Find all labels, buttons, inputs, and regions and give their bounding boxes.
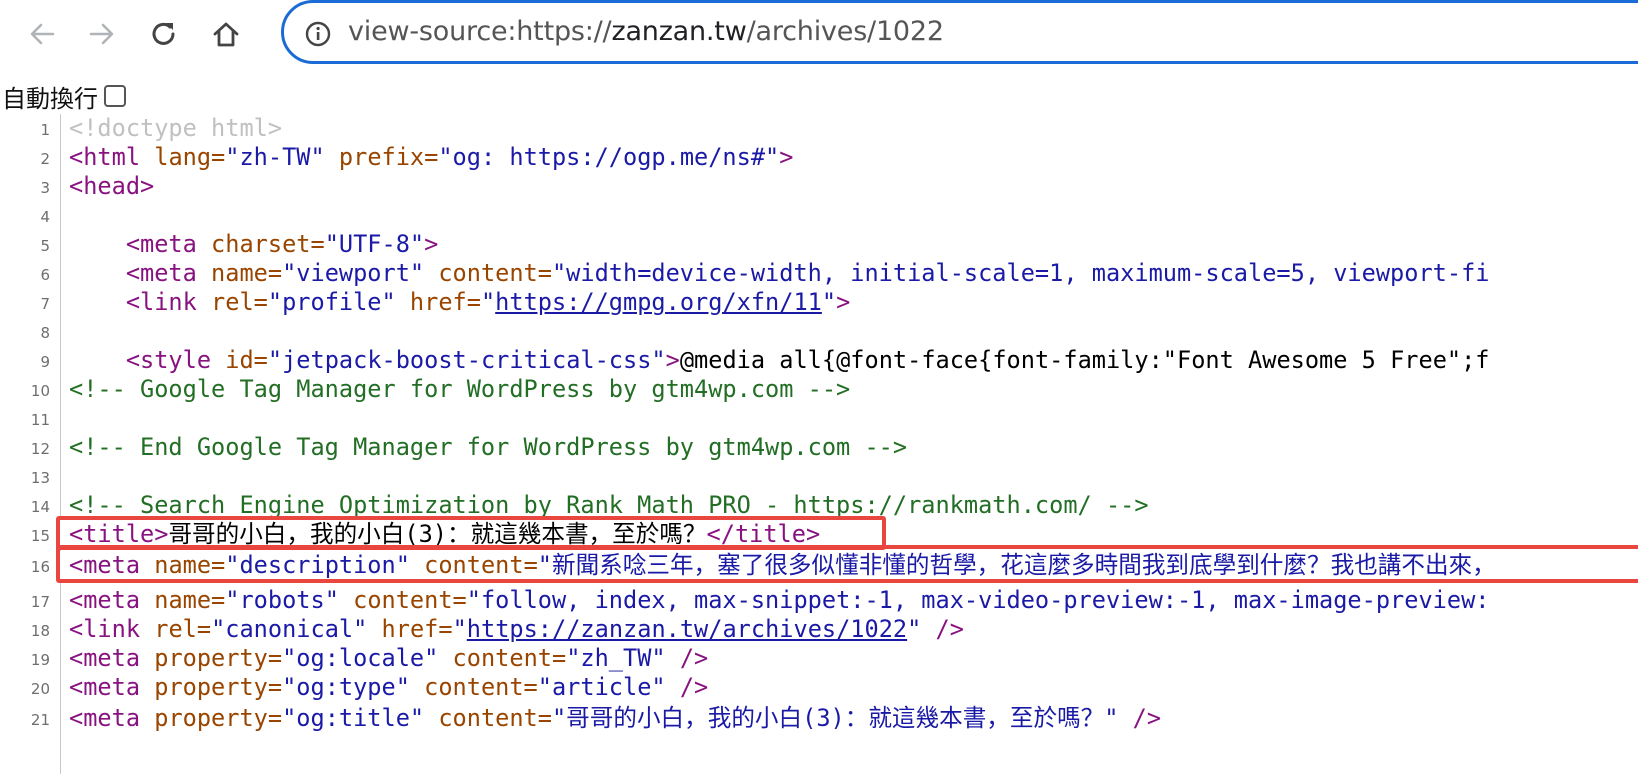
code-text: <meta name="viewport" content="width=dev… [69,259,1490,287]
code-text: <link rel="profile" href="https://gmpg.o… [69,288,851,316]
line-number: 4 [40,208,50,226]
back-button[interactable] [22,14,62,54]
line-number: 21 [30,711,50,729]
line-number: 17 [30,593,50,611]
source-line: 18 <link rel="canonical" href="https://z… [0,615,1638,644]
home-icon [213,22,239,47]
code-text: <!-- Google Tag Manager for WordPress by… [69,375,851,403]
profile-link[interactable]: https://gmpg.org/xfn/11 [495,288,822,316]
source-line: 4 [0,201,1638,230]
code-text: <meta name="robots" content="follow, ind… [69,586,1490,614]
line-number: 13 [30,469,50,487]
source-line: 1 <!doctype html> [0,114,1638,143]
source-line: 9 <style id="jetpack-boost-critical-css"… [0,346,1638,375]
source-line: 10 <!-- Google Tag Manager for WordPress… [0,375,1638,404]
code-text: <meta property="og:type" content="articl… [69,673,709,701]
line-number: 9 [40,353,50,371]
reload-icon [152,22,175,45]
line-wrap-toggle: 自動換行 [0,76,126,116]
line-number: 20 [30,680,50,698]
source-line: 2 <html lang="zh-TW" prefix="og: https:/… [0,143,1638,172]
source-line: 20 <meta property="og:type" content="art… [0,673,1638,702]
code-text: <link rel="canonical" href="https://zanz… [69,615,964,643]
source-line: 19 <meta property="og:locale" content="z… [0,644,1638,673]
line-number: 18 [30,622,50,640]
code-text: <!doctype html> [69,114,283,142]
code-text: <meta property="og:title" content="哥哥的小白… [69,704,1162,732]
line-number: 2 [40,150,50,168]
line-number: 10 [30,382,50,400]
description-highlight-box [56,545,1638,583]
code-text: <html lang="zh-TW" prefix="og: https://o… [69,143,794,171]
line-number: 6 [40,266,50,284]
info-icon[interactable] [304,20,332,48]
source-line: 11 [0,404,1638,433]
home-button[interactable] [206,14,246,54]
line-number: 16 [30,558,50,576]
code-text: <meta charset="UTF-8"> [69,230,439,258]
code-text: <style id="jetpack-boost-critical-css">@… [69,346,1490,374]
line-number: 19 [30,651,50,669]
line-number: 15 [30,527,50,545]
line-number: 5 [40,237,50,255]
browser-toolbar: view-source:https://zanzan.tw/archives/1… [0,0,1638,70]
source-line: 3 <head> [0,172,1638,201]
address-bar[interactable]: view-source:https://zanzan.tw/archives/1… [281,0,1638,64]
source-line: 13 [0,462,1638,491]
line-number: 3 [40,179,50,197]
source-line: 6 <meta name="viewport" content="width=d… [0,259,1638,288]
source-viewer: 1 <!doctype html> 2 <html lang="zh-TW" p… [0,114,1638,774]
forward-arrow-icon [89,23,114,45]
url-text: view-source:https://zanzan.tw/archives/1… [348,16,944,47]
line-number: 12 [30,440,50,458]
code-text: <!-- End Google Tag Manager for WordPres… [69,433,908,461]
source-line: 5 <meta charset="UTF-8"> [0,230,1638,259]
line-number: 8 [40,324,50,342]
source-line: 8 [0,317,1638,346]
source-line: 12 <!-- End Google Tag Manager for WordP… [0,433,1638,462]
code-text: <meta property="og:locale" content="zh_T… [69,644,709,672]
line-number: 7 [40,295,50,313]
line-wrap-label: 自動換行 [2,84,98,113]
line-number: 11 [30,411,50,429]
line-number: 1 [40,121,50,139]
source-line: 7 <link rel="profile" href="https://gmpg… [0,288,1638,317]
back-arrow-icon [30,23,55,45]
line-number: 14 [30,498,50,516]
line-wrap-checkbox[interactable] [104,85,126,107]
canonical-link[interactable]: https://zanzan.tw/archives/1022 [467,615,907,643]
forward-button[interactable] [82,14,122,54]
reload-button[interactable] [144,14,184,54]
source-line: 21 <meta property="og:title" content="哥哥… [0,704,1638,733]
code-text: <head> [69,172,155,200]
source-line: 17 <meta name="robots" content="follow, … [0,586,1638,615]
